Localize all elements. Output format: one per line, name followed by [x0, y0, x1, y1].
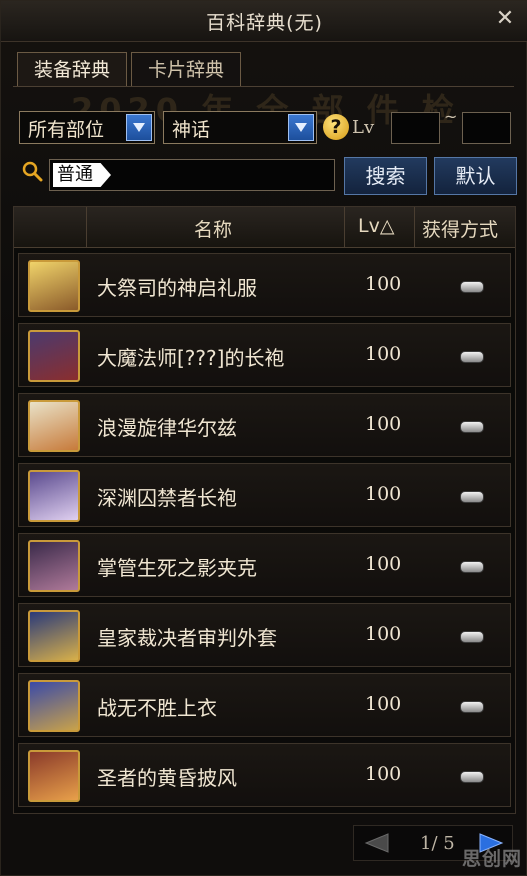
- obtain-method-icon[interactable]: [460, 561, 484, 573]
- item-icon[interactable]: [28, 610, 80, 662]
- item-level: 100: [365, 763, 402, 785]
- item-name: 浪漫旋律华尔兹: [97, 416, 237, 440]
- item-icon[interactable]: [28, 540, 80, 592]
- item-level: 100: [365, 623, 402, 645]
- item-level: 100: [365, 413, 402, 435]
- obtain-method-icon[interactable]: [460, 771, 484, 783]
- item-icon[interactable]: [28, 470, 80, 522]
- obtain-method-icon[interactable]: [460, 631, 484, 643]
- obtain-method-icon[interactable]: [460, 491, 484, 503]
- level-range-separator: ~: [444, 107, 458, 126]
- table-row[interactable]: 战无不胜上衣 100: [18, 673, 511, 737]
- tab-divider: [13, 86, 514, 87]
- chevron-down-icon[interactable]: [288, 114, 314, 141]
- help-icon[interactable]: ?: [323, 114, 349, 140]
- previous-page-icon[interactable]: [362, 832, 390, 854]
- tab-card-dictionary[interactable]: 卡片辞典: [131, 52, 241, 86]
- item-level: 100: [365, 693, 402, 715]
- rarity-select[interactable]: 神话: [163, 111, 317, 144]
- level-min-input[interactable]: [391, 112, 440, 144]
- search-input[interactable]: 普通: [49, 159, 335, 191]
- page-indicator: 1/ 5: [420, 833, 455, 854]
- chevron-down-icon[interactable]: [126, 114, 152, 141]
- item-name: 皇家裁决者审判外套: [97, 626, 277, 650]
- default-button[interactable]: 默认: [434, 157, 517, 195]
- table-row[interactable]: 圣者的黄昏披风 100: [18, 743, 511, 807]
- item-name: 大祭司的神启礼服: [97, 276, 257, 300]
- table-row[interactable]: 深渊囚禁者长袍 100: [18, 463, 511, 527]
- column-header-name[interactable]: 名称: [194, 215, 232, 242]
- item-level: 100: [365, 483, 402, 505]
- obtain-method-icon[interactable]: [460, 281, 484, 293]
- item-level: 100: [365, 553, 402, 575]
- item-icon[interactable]: [28, 260, 80, 312]
- column-divider: [86, 207, 87, 247]
- item-level: 100: [365, 343, 402, 365]
- table-row[interactable]: 掌管生死之影夹克 100: [18, 533, 511, 597]
- column-header-lv[interactable]: Lv△: [358, 215, 394, 237]
- close-icon[interactable]: ✕: [494, 7, 516, 31]
- item-table: 名称 Lv△ 获得方式 大祭司的神启礼服 100 大魔法师[???]的长袍 10…: [13, 206, 516, 814]
- title-bar[interactable]: 百科辞典(无) ✕: [1, 1, 527, 42]
- item-name: 大魔法师[???]的长袍: [97, 346, 285, 370]
- obtain-method-icon[interactable]: [460, 351, 484, 363]
- column-divider: [344, 207, 345, 247]
- column-header-obtain[interactable]: 获得方式: [422, 215, 498, 242]
- part-select-value: 所有部位: [28, 119, 105, 141]
- search-button[interactable]: 搜索: [344, 157, 427, 195]
- window-title: 百科辞典(无): [206, 12, 323, 34]
- item-level: 100: [365, 273, 402, 295]
- search-icon: [22, 161, 43, 182]
- table-row[interactable]: 大祭司的神启礼服 100: [18, 253, 511, 317]
- table-header: 名称 Lv△ 获得方式: [14, 207, 515, 248]
- obtain-method-icon[interactable]: [460, 421, 484, 433]
- part-select[interactable]: 所有部位: [19, 111, 155, 144]
- item-name: 掌管生死之影夹克: [97, 556, 257, 580]
- level-label: Lv: [352, 117, 375, 138]
- item-name: 圣者的黄昏披风: [97, 766, 237, 790]
- rarity-select-value: 神话: [172, 119, 211, 141]
- item-icon[interactable]: [28, 750, 80, 802]
- item-icon[interactable]: [28, 680, 80, 732]
- encyclopedia-window: 百科辞典(无) ✕ 2020 年 全 部 件 检 装备辞典 卡片辞典 所有部位 …: [0, 0, 527, 876]
- item-icon[interactable]: [28, 400, 80, 452]
- item-icon[interactable]: [28, 330, 80, 382]
- item-name: 战无不胜上衣: [97, 696, 217, 720]
- table-row[interactable]: 浪漫旋律华尔兹 100: [18, 393, 511, 457]
- item-name: 深渊囚禁者长袍: [97, 486, 237, 510]
- column-divider: [414, 207, 415, 247]
- search-tag-chip[interactable]: 普通: [53, 163, 111, 187]
- site-watermark: 思创网: [461, 848, 522, 870]
- table-row[interactable]: 大魔法师[???]的长袍 100: [18, 323, 511, 387]
- level-max-input[interactable]: [462, 112, 511, 144]
- obtain-method-icon[interactable]: [460, 701, 484, 713]
- tab-equipment-dictionary[interactable]: 装备辞典: [17, 52, 127, 86]
- table-row[interactable]: 皇家裁决者审判外套 100: [18, 603, 511, 667]
